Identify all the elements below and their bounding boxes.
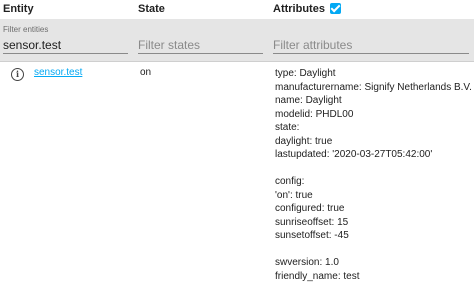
attribute-line: 'on': true (275, 189, 313, 201)
state-filter-input[interactable] (138, 36, 263, 54)
attributes-filter-input[interactable] (273, 36, 469, 54)
attribute-line: state: (275, 122, 300, 133)
attribute-line: lastupdated: '2020-03-27T05:42:00' (275, 149, 433, 160)
attribute-line: sunsetoffset: -45 (275, 230, 349, 241)
attribute-line: name: Daylight (275, 95, 342, 106)
attributes-column-label: Attributes (273, 3, 325, 15)
attribute-line (275, 162, 472, 176)
entity-link[interactable]: sensor.test (34, 67, 82, 78)
attributes-list: type: Daylight manufacturername: Signify … (275, 67, 472, 283)
attribute-line: type: Daylight (275, 68, 336, 79)
attribute-line (275, 243, 472, 257)
attribute-line: modelid: PHDL00 (275, 108, 354, 120)
attributes-toggle-checkbox[interactable] (330, 3, 342, 14)
filter-bar: Filter entities (0, 19, 474, 61)
attributes-column-header: Attributes (273, 3, 342, 15)
attribute-line: swversion: 1.0 (275, 257, 339, 268)
state-filter-field (138, 19, 263, 61)
entity-filter-input[interactable] (3, 36, 128, 54)
attributes-filter-field (273, 19, 469, 61)
attribute-line: daylight: true (275, 135, 333, 147)
attribute-line: sunriseoffset: 15 (275, 216, 349, 228)
state-value: on (140, 67, 152, 78)
entity-filter-field: Filter entities (3, 19, 128, 61)
table-header: Entity State Attributes (0, 0, 474, 19)
entity-filter-label: Filter entities (3, 25, 49, 34)
attribute-line: configured: true (275, 203, 345, 214)
entity-column-header: Entity (3, 3, 34, 15)
attribute-line: manufacturername: Signify Netherlands B.… (275, 81, 472, 93)
info-icon[interactable]: i (11, 68, 24, 81)
table-row: i sensor.test on type: Daylight manufactu… (0, 62, 474, 297)
state-column-header: State (138, 3, 165, 15)
attribute-line: config: (275, 176, 305, 187)
attribute-line: friendly_name: test (275, 270, 360, 282)
